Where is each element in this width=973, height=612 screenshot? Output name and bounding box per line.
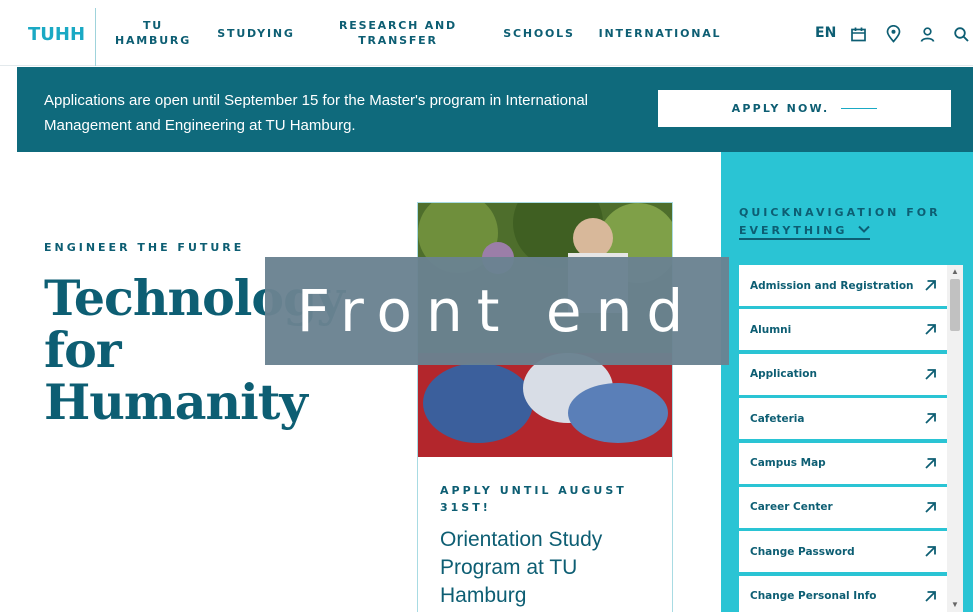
nav-research-and-transfer[interactable]: RESEARCH AND TRANSFER [332,0,464,66]
nav-label: TU [142,19,164,32]
nav-schools[interactable]: SCHOOLS [495,0,583,66]
quicknav-item[interactable]: Change Personal Info [739,575,947,612]
quicknav-list: Admission and Registration Alumni Applic… [739,265,947,612]
quicknav-item[interactable]: Campus Map [739,442,947,484]
nav-tu-hamburg[interactable]: TU HAMBURG [112,0,194,66]
scroll-down-icon[interactable]: ▼ [951,601,959,609]
quicknav-item[interactable]: Alumni [739,309,947,351]
quicknav-item[interactable]: Application [739,353,947,395]
chevron-down-icon [858,225,870,233]
quicknav-item-label: Change Password [750,545,855,558]
quicknav-item-label: Career Center [750,501,833,514]
user-icon[interactable] [917,24,937,44]
nav-label: RESEARCH AND [339,19,457,32]
announcement-banner: Applications are open until September 15… [17,67,973,152]
apply-now-button[interactable]: APPLY NOW. [658,90,951,127]
overlay-label: Front end [296,277,698,345]
hero-title-line: Humanity [44,373,308,431]
tuhh-logo[interactable]: TUHH [18,8,96,66]
quicknav-scrollbar[interactable]: ▲ ▼ [947,265,963,612]
arrow-up-right-icon [925,590,936,602]
scroll-thumb[interactable] [950,279,960,331]
quicknav-item-label: Application [750,368,817,381]
quicknav-item[interactable]: Cafeteria [739,398,947,440]
quicknav-item[interactable]: Admission and Registration [739,265,947,306]
quicknav-dropdown[interactable]: EVERYTHING [739,224,871,240]
card-eyebrow: APPLY UNTIL AUGUST 31ST! [440,484,627,514]
quicknav-item[interactable]: Career Center [739,486,947,528]
quicknav-item-label: Alumni [750,323,792,336]
nav-label: TRANSFER [358,34,438,47]
nav-international[interactable]: INTERNATIONAL [596,0,724,66]
nav-label: HAMBURG [114,34,192,47]
nav-label: STUDYING [217,26,295,40]
scroll-up-icon[interactable]: ▲ [951,268,959,276]
nav-label: SCHOOLS [503,26,575,40]
language-switch[interactable]: EN [815,25,836,41]
quicknav-title: QUICKNAVIGATION FOR EVERYTHING [739,204,959,240]
arrow-up-right-icon [925,413,936,424]
nav-studying[interactable]: STUDYING [210,0,302,66]
quicknav-item-label: Admission and Registration [750,279,914,292]
arrow-up-right-icon [925,368,936,380]
search-icon[interactable] [951,24,971,44]
quicknav-item-label: Cafeteria [750,412,805,425]
apply-now-label: APPLY NOW. [731,102,830,115]
quicknavigation-panel: QUICKNAVIGATION FOR EVERYTHING Admission… [721,152,973,612]
calendar-icon[interactable] [848,24,868,44]
quicknav-title-line: QUICKNAVIGATION FOR [739,206,941,219]
front-end-overlay: Front end [265,257,729,365]
arrow-up-right-icon [925,324,936,336]
quicknav-title-line: EVERYTHING [739,224,848,237]
hero-eyebrow: ENGINEER THE FUTURE [44,241,245,254]
banner-text: Applications are open until September 15… [44,92,588,134]
quicknav-item-label: Change Personal Info [750,590,877,603]
arrow-line-icon [841,108,878,109]
site-header: TUHH TU HAMBURG STUDYING RESEARCH AND TRAN… [0,0,973,66]
quicknav-item[interactable]: Change Password [739,531,947,573]
quicknav-item-label: Campus Map [750,457,826,470]
location-pin-icon[interactable] [883,24,903,44]
arrow-up-right-icon [925,546,936,557]
arrow-up-right-icon [925,502,936,513]
card-title[interactable]: Orientation Study Program at TU Hamburg [440,526,660,610]
nav-label: INTERNATIONAL [598,26,722,40]
arrow-up-right-icon [925,280,936,291]
arrow-up-right-icon [925,457,936,469]
